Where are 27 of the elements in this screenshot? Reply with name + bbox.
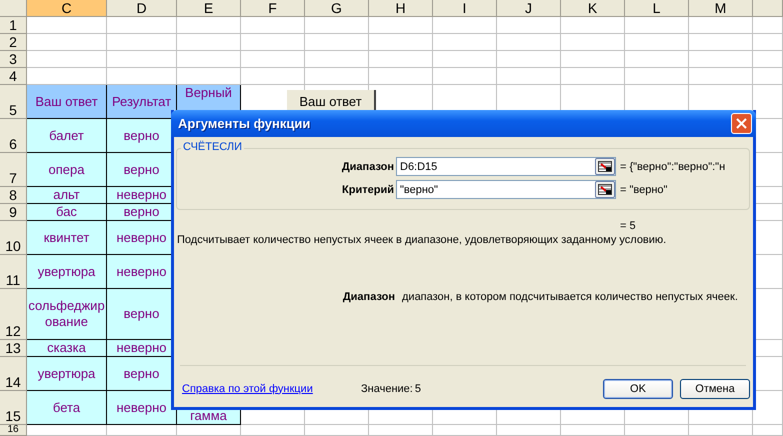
argument-help-label: Диапазон [342, 291, 395, 303]
table-cell: Ваш ответ [27, 85, 107, 119]
table-cell: увертюра [27, 255, 107, 289]
table-cell: сказка [27, 340, 107, 357]
table-cell: сольфеджирование [27, 289, 107, 340]
table-cell: Результат [107, 85, 177, 119]
table-cell: балет [27, 119, 107, 153]
argument-label: Диапазон [340, 160, 395, 172]
table-cell: альт [27, 187, 107, 204]
value-text: 5 [414, 382, 421, 394]
field-value: "верно" [399, 184, 438, 196]
value-label: Значение: [361, 382, 413, 394]
argument-label: Критерий [341, 184, 395, 196]
argument-help-text: диапазон, в котором подсчитывается количество непустых ячеек. [401, 291, 738, 303]
table-cell: квинтет [27, 221, 107, 255]
table-cell: увертюра [27, 357, 107, 391]
table-cell: бета [27, 391, 107, 425]
dialog-title: Аргументы функции [178, 116, 310, 131]
table-cell: бас [27, 204, 107, 221]
function-description: Подсчитывает количество непустых ячеек в диапазоне, удовлетворяющих заданному условию. [176, 234, 668, 246]
argument-result: = {"верно":"верно":"н [619, 160, 726, 172]
field-value: D6:D15 [399, 160, 438, 172]
argument-result: = "верно" [619, 184, 668, 196]
table-cell: неверно [107, 391, 177, 425]
function-name: СЧЁТЕСЛИ [181, 141, 244, 153]
table-cell: опера [27, 153, 107, 187]
formula-result: = 5 [620, 220, 637, 232]
